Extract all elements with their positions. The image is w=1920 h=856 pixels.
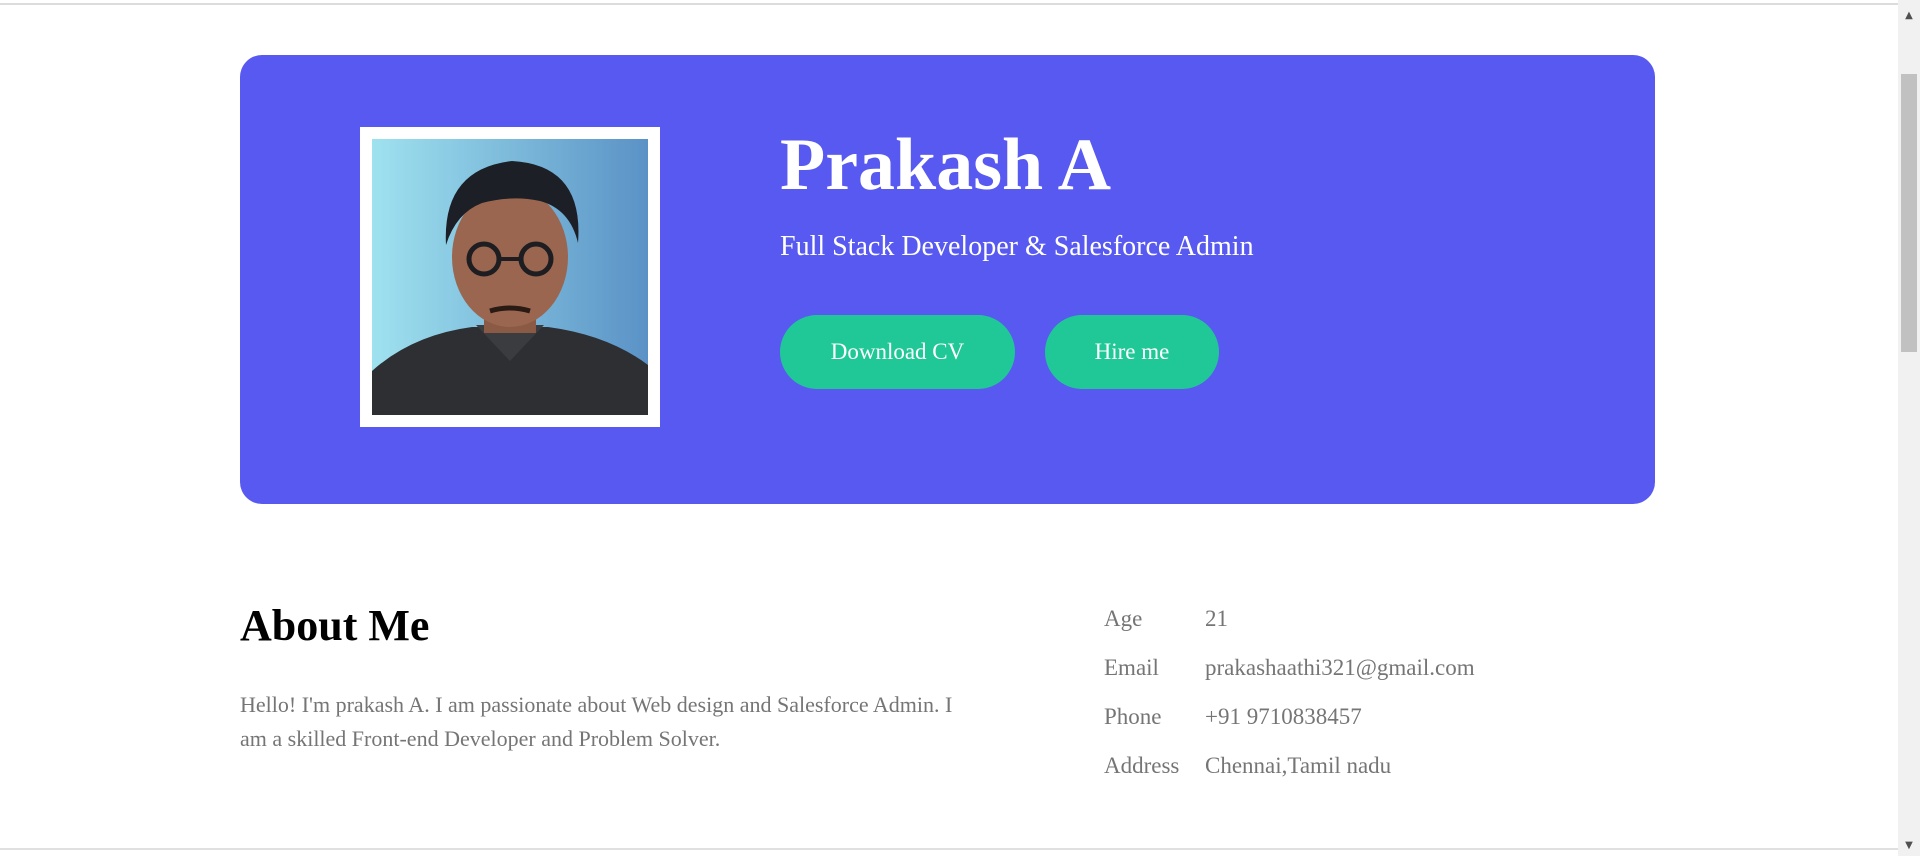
hero-name: Prakash A [780, 124, 1112, 206]
scroll-down-arrow-icon[interactable]: ▼ [1898, 836, 1920, 854]
hire-me-button[interactable]: Hire me [1045, 315, 1219, 389]
bottom-border [0, 848, 1898, 850]
info-value: 21 [1205, 606, 1228, 631]
personal-info-table: Age 21 Email prakashaathi321@gmail.com P… [1104, 606, 1475, 802]
info-value: prakashaathi321@gmail.com [1205, 655, 1475, 680]
about-heading: About Me [240, 601, 430, 650]
profile-photo [372, 139, 648, 415]
about-text: Hello! I'm prakash A. I am passionate ab… [240, 692, 953, 751]
info-row-age: Age 21 [1104, 606, 1475, 655]
info-row-address: Address Chennai,Tamil nadu [1104, 753, 1475, 802]
top-border [0, 0, 1898, 5]
info-label: Email [1104, 655, 1159, 680]
info-label: Phone [1104, 704, 1162, 729]
scrollbar-thumb[interactable] [1901, 74, 1917, 352]
download-cv-button[interactable]: Download CV [780, 315, 1015, 389]
info-value: +91 9710838457 [1205, 704, 1362, 729]
profile-photo-frame [360, 127, 660, 427]
info-value: Chennai,Tamil nadu [1205, 753, 1392, 778]
scroll-up-arrow-icon[interactable]: ▲ [1898, 6, 1920, 24]
info-row-email: Email prakashaathi321@gmail.com [1104, 655, 1475, 704]
hero-card: Prakash A Full Stack Developer & Salesfo… [240, 55, 1655, 504]
info-row-phone: Phone +91 9710838457 [1104, 704, 1475, 753]
info-label: Address [1104, 753, 1180, 778]
info-label: Age [1104, 606, 1143, 631]
vertical-scrollbar[interactable]: ▲ ▼ [1898, 0, 1920, 856]
hero-job-title: Full Stack Developer & Salesforce Admin [780, 231, 1254, 262]
